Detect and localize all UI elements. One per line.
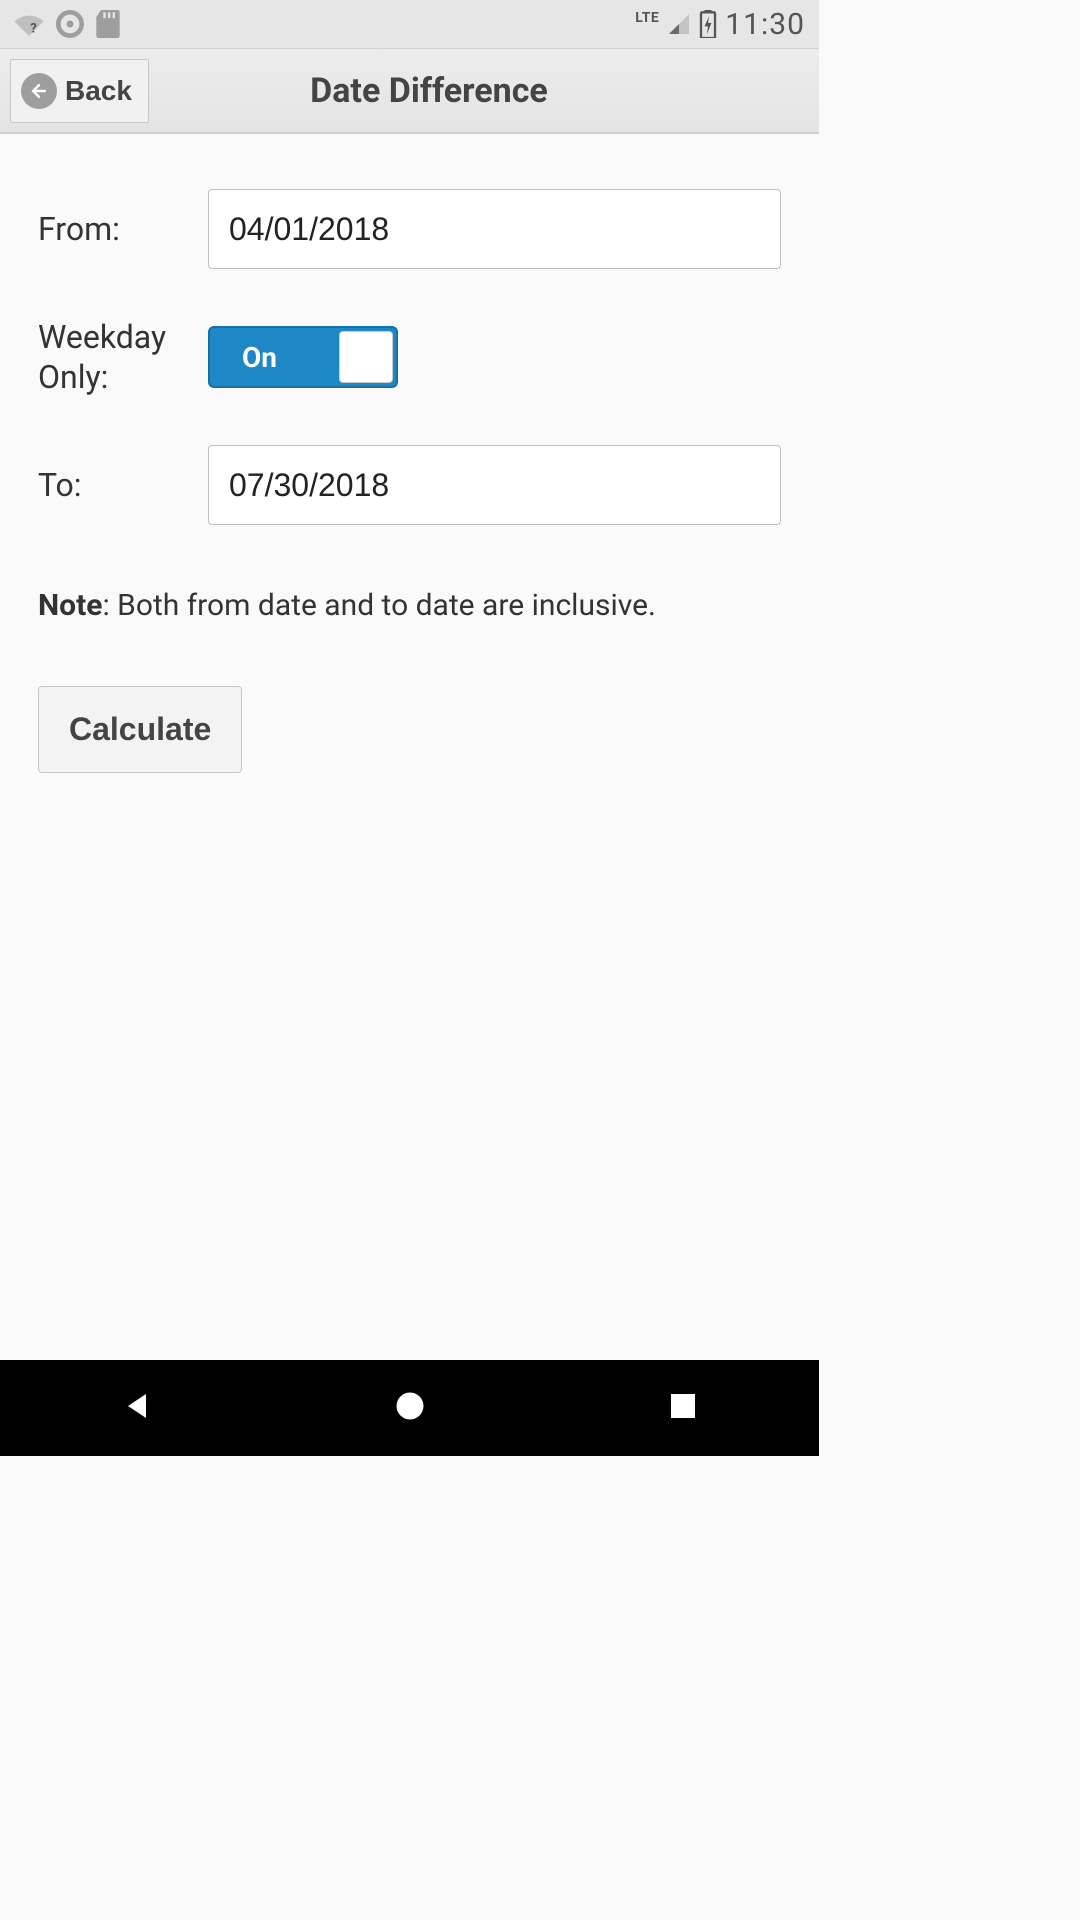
calculate-button[interactable]: Calculate [38,686,242,773]
system-nav-bar [0,1360,819,1456]
to-label: To: [38,465,178,505]
note-prefix: Note [38,588,102,623]
wifi-icon: ? [14,12,44,36]
to-date-input[interactable] [208,445,781,525]
sd-card-icon [96,10,120,38]
from-date-input[interactable] [208,189,781,269]
svg-text:?: ? [30,21,37,36]
to-row: To: [38,445,781,525]
app-header: Back Date Difference [0,48,819,134]
status-right-icons: LTE 11:30 [635,7,805,42]
toggle-state-label: On [242,341,277,374]
note-body: : Both from date and to date are inclusi… [102,588,655,623]
weekday-only-toggle[interactable]: On [208,326,398,388]
status-left-icons: ? [14,10,120,38]
lte-label: LTE [635,10,659,26]
note-text: Note: Both from date and to date are inc… [38,588,781,623]
weekday-label: Weekday Only: [38,317,178,397]
nav-home-icon[interactable] [392,1388,428,1428]
status-clock: 11:30 [725,7,805,42]
nav-recent-icon[interactable] [665,1388,701,1428]
nav-back-icon[interactable] [119,1388,155,1428]
data-saver-icon [56,10,84,38]
status-bar: ? LTE [0,0,819,48]
weekday-row: Weekday Only: On [38,317,781,397]
page-title: Date Difference [49,71,809,111]
battery-charging-icon [699,10,717,38]
toggle-knob [339,331,393,383]
cell-signal-icon [667,12,691,36]
from-row: From: [38,189,781,269]
content-area: From: Weekday Only: On To: Note: Both fr… [0,134,819,1360]
from-label: From: [38,209,178,249]
